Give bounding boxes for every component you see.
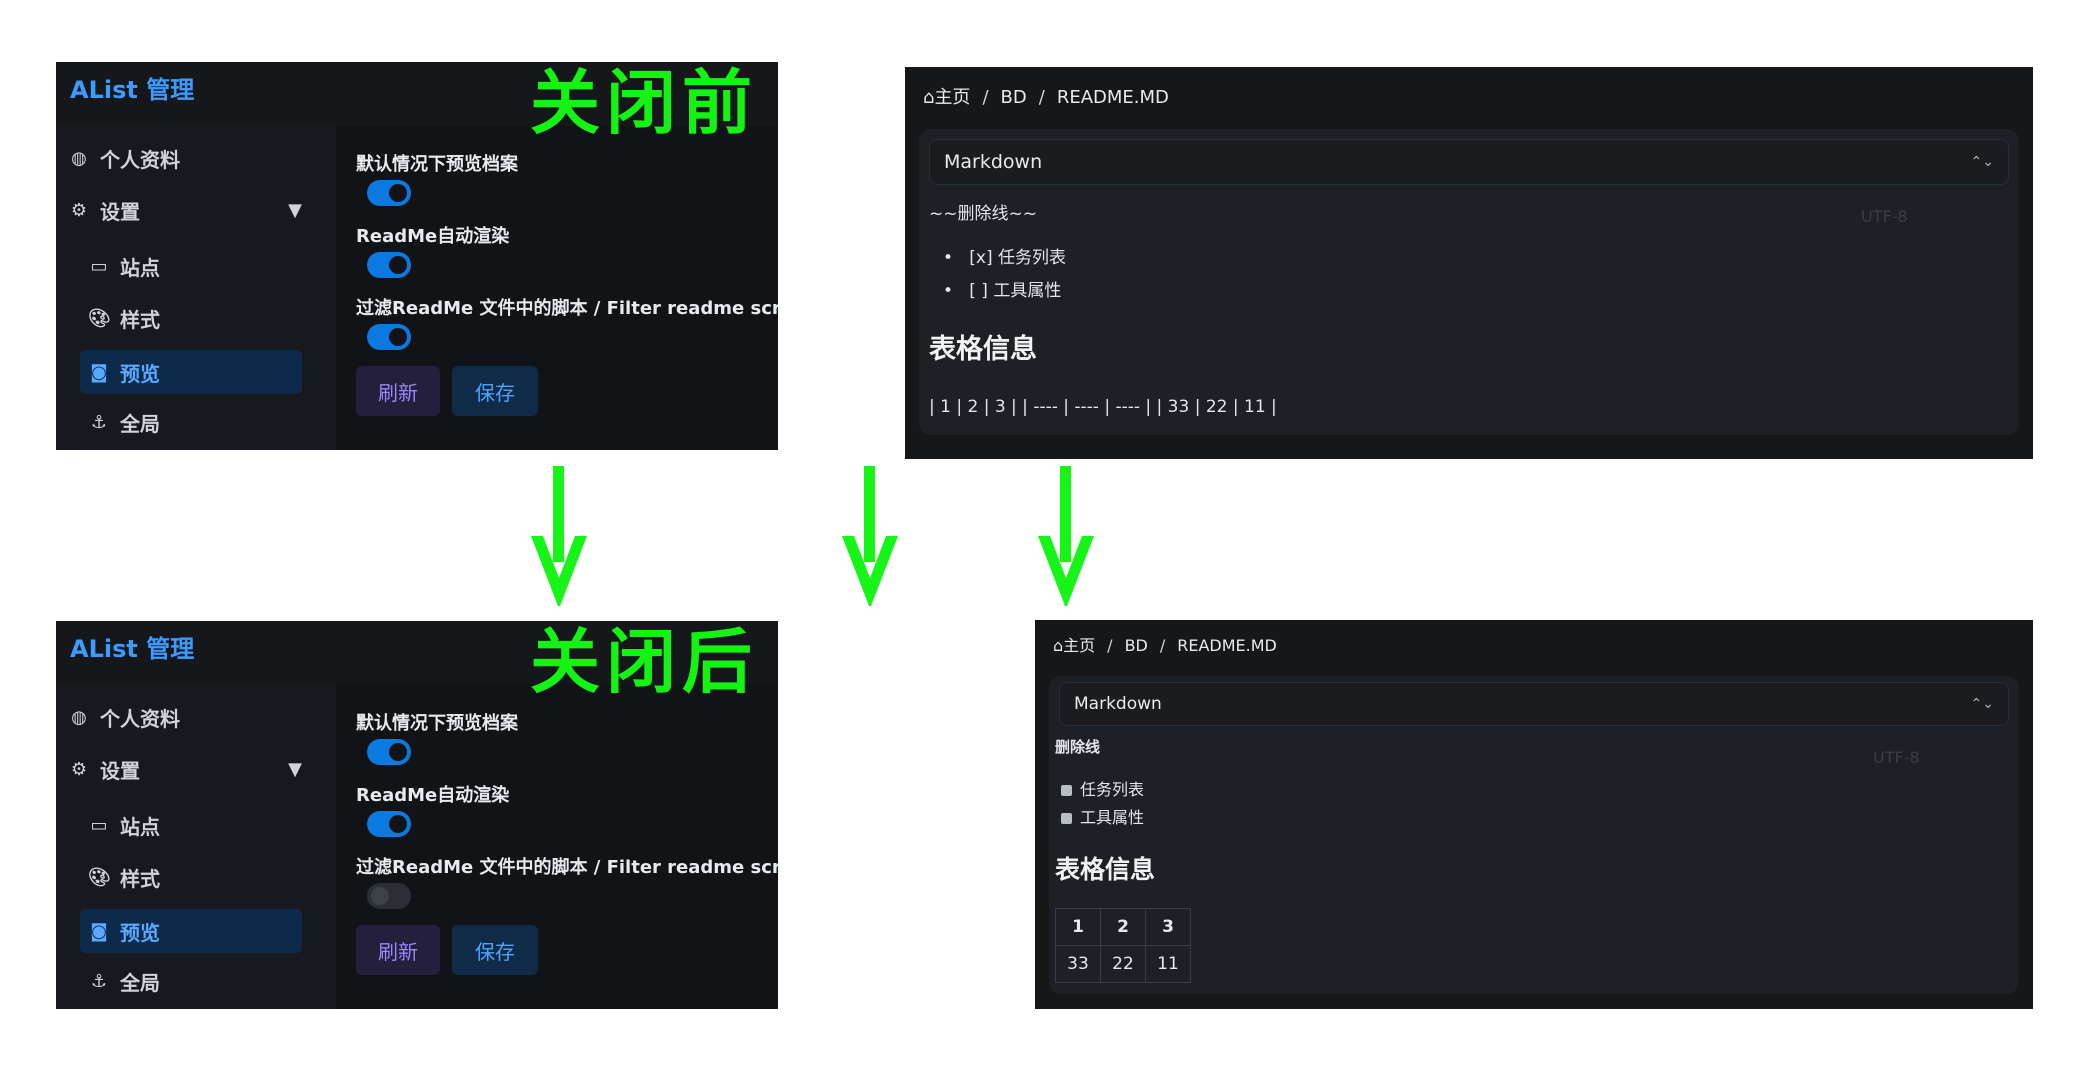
breadcrumb-file: README.MD [1177, 636, 1277, 655]
readme-card: Markdown ⌃⌄ UTF-8 ~~删除线~~ • [x] 任务列表 • [ … [919, 129, 2019, 435]
option-default-preview-label: 默认情况下预览档案 [356, 713, 518, 734]
anchor-icon: ⚓︎ [90, 970, 108, 992]
task-item-checked: 任务列表 [1061, 776, 1144, 800]
sidebar-item-global[interactable]: ⚓︎ 全局 [88, 402, 160, 442]
readme-viewer-after: ⌂主页 / BD / README.MD Markdown ⌃⌄ UTF-8 删除线 任务… [1035, 620, 2033, 1009]
sidebar-item-style[interactable]: 🎨︎ 样式 [88, 298, 160, 338]
table-cell: 22 [1100, 945, 1146, 983]
gear-icon: ⚙ [70, 758, 88, 780]
stamp-before: 关闭前 [530, 62, 758, 144]
sidebar-item-profile[interactable]: ◍ 个人资料 [68, 138, 180, 178]
home-icon: ⌂ [1053, 636, 1064, 655]
toggle-readme-render[interactable] [367, 811, 411, 837]
breadcrumb-home[interactable]: 主页 [934, 87, 970, 108]
arrow-down-icon [529, 466, 589, 606]
markdown-heading: 表格信息 [1055, 855, 1156, 884]
select-arrows-icon: ⌃⌄ [1970, 154, 1994, 170]
refresh-button[interactable]: 刷新 [356, 925, 440, 975]
raw-list-item: • [ ] 工具属性 [943, 281, 1062, 301]
table-cell: 33 [1055, 945, 1101, 983]
task-item-unchecked: 工具属性 [1061, 804, 1144, 828]
encoding-select[interactable]: UTF-8 [1873, 748, 1920, 767]
breadcrumb-file: README.MD [1056, 87, 1169, 108]
sidebar-item-site[interactable]: ▭ 站点 [88, 805, 160, 845]
palette-icon: 🎨︎ [88, 307, 111, 329]
option-readme-render-label: ReadMe自动渲染 [356, 785, 510, 806]
settings-content: 默认情况下预览档案 ReadMe自动渲染 过滤ReadMe 文件中的脚本 / F… [336, 685, 778, 1009]
breadcrumb-home[interactable]: 主页 [1063, 636, 1095, 655]
camera-icon: ◙ [90, 920, 108, 942]
home-icon: ⌂ [923, 87, 935, 108]
globe-icon: ◍ [71, 706, 87, 728]
anchor-icon: ⚓︎ [90, 411, 108, 433]
sidebar-item-style[interactable]: 🎨︎ 样式 [88, 857, 160, 897]
encoding-select[interactable]: UTF-8 [1861, 207, 1908, 226]
option-readme-render-label: ReadMe自动渲染 [356, 226, 510, 247]
breadcrumb-folder[interactable]: BD [1001, 87, 1027, 108]
window-icon: ▭ [90, 814, 108, 836]
admin-panel-after: AList 管理 ◍ 个人资料 ⚙ 设置 ▼ ▭ 站点 🎨︎ 样式 ◙ 预览 ⚓︎ 全局 默认… [56, 621, 778, 1009]
table-cell: 3 [1145, 908, 1191, 946]
sidebar-item-preview[interactable]: ◙ 预览 [80, 909, 302, 953]
markdown-heading: 表格信息 [929, 334, 1037, 365]
readme-viewer-before: ⌂主页 / BD / README.MD Markdown ⌃⌄ UTF-8 ~~删除线~… [905, 67, 2033, 459]
breadcrumb: ⌂主页 / BD / README.MD [1053, 636, 1277, 655]
sidebar-item-global[interactable]: ⚓︎ 全局 [88, 961, 160, 1001]
breadcrumb: ⌂主页 / BD / README.MD [923, 87, 1169, 108]
option-default-preview-label: 默认情况下预览档案 [356, 154, 518, 175]
render-mode-select[interactable]: Markdown ⌃⌄ [1059, 682, 2009, 726]
toggle-default-preview[interactable] [367, 739, 411, 765]
raw-table-text: | 1 | 2 | 3 | | ---- | ---- | ---- | | 3… [929, 397, 1277, 417]
admin-panel-before: AList 管理 ◍ 个人资料 ⚙ 设置 ▼ ▭ 站点 🎨︎ 样式 ◙ 预览 ⚓︎ 全局 默认… [56, 62, 778, 450]
checkbox-unchecked-icon[interactable] [1061, 813, 1072, 824]
raw-list-item: • [x] 任务列表 [943, 248, 1066, 268]
save-button[interactable]: 保存 [452, 925, 538, 975]
toggle-filter-scripts[interactable] [367, 324, 411, 350]
chevron-down-icon: ▼ [288, 758, 302, 780]
checkbox-checked-icon[interactable] [1061, 785, 1072, 796]
camera-icon: ◙ [90, 361, 108, 383]
admin-title: AList 管理 [70, 76, 195, 104]
settings-content: 默认情况下预览档案 ReadMe自动渲染 过滤ReadMe 文件中的脚本 / F… [336, 126, 778, 450]
sidebar-item-profile[interactable]: ◍ 个人资料 [68, 697, 180, 737]
sidebar-item-preview[interactable]: ◙ 预览 [80, 350, 302, 394]
window-icon: ▭ [90, 255, 108, 277]
gear-icon: ⚙ [70, 199, 88, 221]
save-button[interactable]: 保存 [452, 366, 538, 416]
chevron-down-icon: ▼ [288, 199, 302, 221]
table-row: 1 2 3 [1055, 908, 1191, 946]
refresh-button[interactable]: 刷新 [356, 366, 440, 416]
admin-sidebar: ◍ 个人资料 ⚙ 设置 ▼ ▭ 站点 🎨︎ 样式 ◙ 预览 ⚓︎ 全局 [56, 685, 336, 1009]
raw-strikethrough-text: ~~删除线~~ [929, 204, 1037, 224]
option-filter-scripts-label: 过滤ReadMe 文件中的脚本 / Filter readme scripts [356, 298, 778, 319]
markdown-table: 1 2 3 33 22 11 [1055, 908, 1191, 983]
table-cell: 1 [1055, 908, 1101, 946]
strikethrough-text: 删除线 [1055, 738, 1101, 756]
render-mode-select[interactable]: Markdown ⌃⌄ [929, 139, 2009, 185]
arrow-down-icon [1036, 466, 1096, 606]
globe-icon: ◍ [71, 147, 87, 169]
arrow-down-icon [840, 466, 900, 606]
toggle-filter-scripts[interactable] [367, 883, 411, 909]
admin-sidebar: ◍ 个人资料 ⚙ 设置 ▼ ▭ 站点 🎨︎ 样式 ◙ 预览 ⚓︎ 全局 [56, 126, 336, 450]
sidebar-item-site[interactable]: ▭ 站点 [88, 246, 160, 286]
select-arrows-icon: ⌃⌄ [1970, 696, 1994, 712]
table-cell: 11 [1145, 945, 1191, 983]
toggle-default-preview[interactable] [367, 180, 411, 206]
admin-title: AList 管理 [70, 635, 195, 663]
breadcrumb-folder[interactable]: BD [1125, 636, 1148, 655]
sidebar-item-settings[interactable]: ⚙ 设置 ▼ [68, 190, 324, 230]
table-cell: 2 [1100, 908, 1146, 946]
toggle-readme-render[interactable] [367, 252, 411, 278]
stamp-after: 关闭后 [530, 621, 758, 703]
sidebar-item-settings[interactable]: ⚙ 设置 ▼ [68, 749, 324, 789]
readme-card: Markdown ⌃⌄ UTF-8 删除线 任务列表 工具属性 表格信息 1 2 … [1049, 676, 2019, 994]
option-filter-scripts-label: 过滤ReadMe 文件中的脚本 / Filter readme scripts [356, 857, 778, 878]
table-row: 33 22 11 [1055, 945, 1191, 983]
palette-icon: 🎨︎ [88, 866, 111, 888]
